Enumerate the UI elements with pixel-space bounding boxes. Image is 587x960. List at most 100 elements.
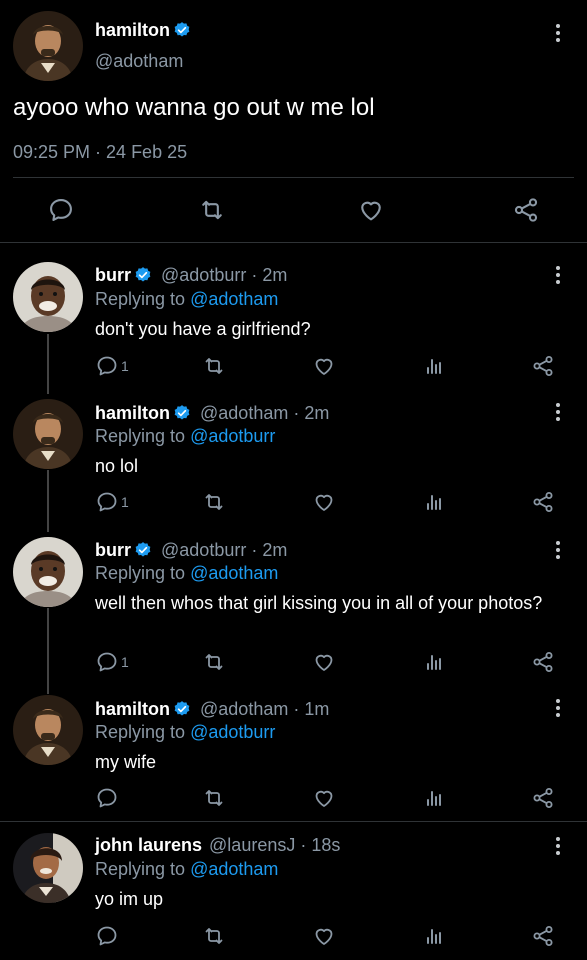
replying-to: Replying to @adotham [95, 859, 279, 879]
views-button[interactable] [422, 354, 446, 378]
views-icon [422, 354, 446, 378]
views-icon [422, 650, 446, 674]
reply-avatar[interactable] [13, 833, 83, 903]
more-icon[interactable] [554, 699, 562, 720]
reply-button[interactable] [95, 354, 119, 378]
share-icon [531, 354, 555, 378]
avatar-image [13, 11, 83, 81]
share-icon [512, 196, 540, 224]
reply-count: 1 [121, 494, 129, 510]
share-icon [531, 650, 555, 674]
reply-avatar[interactable] [13, 695, 83, 765]
main-author-name[interactable]: hamilton [95, 20, 191, 41]
thread-connector [47, 608, 49, 694]
like-button[interactable] [312, 786, 336, 810]
reply-button[interactable] [95, 490, 119, 514]
retweet-button[interactable] [202, 786, 226, 810]
reply-avatar[interactable] [13, 399, 83, 469]
thread-connector [47, 470, 49, 532]
tweet-time: 2m [304, 403, 330, 423]
replying-to-link[interactable]: @adotburr [190, 722, 275, 742]
replying-to: Replying to @adotham [95, 563, 279, 583]
reply-icon [95, 354, 119, 378]
tweet-time: 18s [311, 835, 341, 855]
reply-count: 1 [121, 358, 129, 374]
replying-to-link[interactable]: @adotham [190, 563, 278, 583]
main-avatar[interactable] [13, 11, 83, 81]
like-button[interactable] [312, 924, 336, 948]
reply-icon [95, 490, 119, 514]
replying-to-link[interactable]: @adotham [190, 289, 278, 309]
more-icon[interactable] [554, 837, 562, 858]
views-icon [422, 924, 446, 948]
retweet-icon [202, 924, 226, 948]
share-button[interactable] [531, 490, 555, 514]
author-name[interactable]: john laurens [95, 835, 202, 855]
author-name[interactable]: hamilton [95, 403, 170, 423]
views-icon [422, 786, 446, 810]
verified-badge-icon [173, 404, 191, 422]
like-icon [312, 650, 336, 674]
share-button[interactable] [512, 196, 540, 224]
replying-to-link[interactable]: @adotburr [190, 426, 275, 446]
retweet-button[interactable] [202, 924, 226, 948]
avatar-image [13, 695, 83, 765]
replying-to: Replying to @adotburr [95, 426, 276, 446]
views-button[interactable] [422, 490, 446, 514]
reply-header: burr @adotburr · 2m [95, 265, 288, 285]
like-icon [312, 354, 336, 378]
verified-badge-icon [173, 700, 191, 718]
author-name[interactable]: hamilton [95, 699, 170, 719]
share-icon [531, 490, 555, 514]
reply-icon [95, 924, 119, 948]
author-name[interactable]: burr [95, 265, 131, 285]
author-handle[interactable]: @adotburr [161, 540, 246, 560]
verified-badge-icon [173, 21, 191, 39]
like-button[interactable] [312, 354, 336, 378]
more-icon[interactable] [554, 266, 562, 287]
more-icon[interactable] [554, 24, 562, 45]
views-button[interactable] [422, 786, 446, 810]
retweet-button[interactable] [202, 650, 226, 674]
retweet-button[interactable] [202, 490, 226, 514]
more-icon[interactable] [554, 541, 562, 562]
reply-button[interactable] [95, 650, 119, 674]
views-button[interactable] [422, 650, 446, 674]
divider [0, 242, 587, 243]
views-button[interactable] [422, 924, 446, 948]
share-button[interactable] [531, 786, 555, 810]
like-button[interactable] [357, 196, 385, 224]
avatar-image [13, 537, 83, 607]
more-icon[interactable] [554, 403, 562, 424]
reply-button[interactable] [95, 924, 119, 948]
retweet-button[interactable] [202, 354, 226, 378]
reply-button[interactable] [47, 196, 75, 224]
reply-text: my wife [95, 752, 157, 772]
author-handle[interactable]: @adotham [200, 403, 288, 423]
reply-avatar[interactable] [13, 537, 83, 607]
author-handle[interactable]: @adotham [200, 699, 288, 719]
reply-icon [95, 786, 119, 810]
author-handle[interactable]: @adotburr [161, 265, 246, 285]
author-name[interactable]: burr [95, 540, 131, 560]
replying-to-link[interactable]: @adotham [190, 859, 278, 879]
like-icon [312, 490, 336, 514]
share-button[interactable] [531, 354, 555, 378]
reply-button[interactable] [95, 786, 119, 810]
reply-icon [47, 196, 75, 224]
reply-header: hamilton @adotham · 1m [95, 699, 330, 719]
like-button[interactable] [312, 650, 336, 674]
main-tweet-text: ayooo who wanna go out w me lol [13, 94, 375, 121]
tweet-time: 1m [304, 699, 330, 719]
reply-avatar[interactable] [13, 262, 83, 332]
share-button[interactable] [531, 924, 555, 948]
retweet-icon [198, 196, 226, 224]
like-button[interactable] [312, 490, 336, 514]
avatar-image [13, 262, 83, 332]
thread-connector [47, 334, 49, 394]
retweet-button[interactable] [198, 196, 226, 224]
main-author-handle[interactable]: @adotham [95, 51, 183, 72]
share-button[interactable] [531, 650, 555, 674]
author-handle[interactable]: @laurensJ [209, 835, 295, 855]
views-icon [422, 490, 446, 514]
